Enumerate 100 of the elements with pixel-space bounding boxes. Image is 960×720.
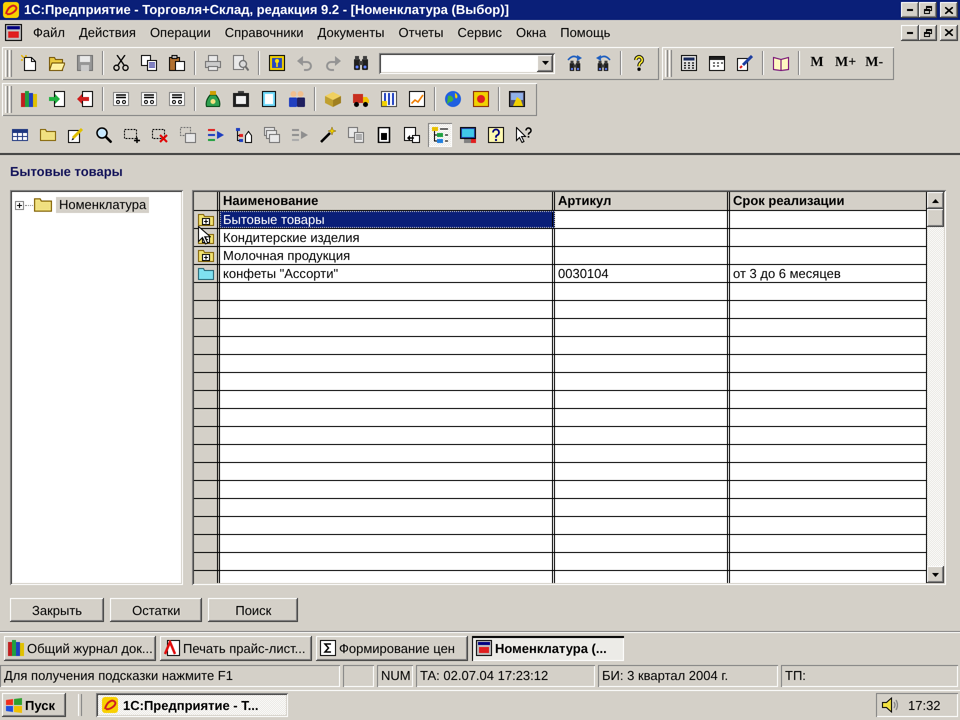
pen-note-icon — [737, 55, 753, 71]
window-tab[interactable]: Формирование цен — [316, 636, 468, 660]
restore-button[interactable] — [919, 24, 937, 40]
tree-item[interactable]: Номенклатура — [56, 197, 150, 213]
delete-row-icon — [152, 127, 168, 143]
speaker-icon[interactable] — [882, 697, 898, 713]
menu-item[interactable]: Окна — [509, 22, 554, 43]
restore-button[interactable] — [919, 2, 937, 18]
marked-page-icon — [164, 640, 180, 656]
restore-icon — [924, 28, 932, 36]
form-card-icon — [113, 91, 129, 107]
package-icon — [325, 91, 341, 107]
expand-icon[interactable] — [15, 200, 24, 210]
books-icon — [21, 91, 37, 107]
minimize-button[interactable] — [901, 24, 919, 40]
taskbar-button[interactable]: 1С:Предприятие - Т... — [96, 693, 288, 717]
minimize-button[interactable] — [901, 2, 919, 18]
money-bag-icon — [205, 91, 221, 107]
form-card-icon — [169, 91, 185, 107]
close-button[interactable] — [940, 24, 958, 40]
toolbar-grip[interactable] — [5, 86, 12, 112]
group-folder-icon — [198, 214, 214, 226]
toolbar-button[interactable]: M- — [860, 51, 888, 75]
window-tab[interactable]: Номенклатура (... — [472, 636, 624, 660]
toolbar-grip[interactable] — [665, 50, 672, 76]
window-title: 1С:Предприятие - Торговля+Склад, редакция 9.2 - [Номенклатура (Выбор)] — [24, 1, 510, 19]
globe-icon — [445, 91, 461, 107]
document-window-icon — [476, 640, 492, 656]
app-logo-icon — [102, 697, 118, 713]
form-button[interactable]: Закрыть — [10, 598, 104, 622]
toolbar-button[interactable] — [428, 123, 452, 147]
binoculars-icon — [353, 55, 369, 71]
status-panel: ТА: 02.07.04 17:23:12 — [416, 665, 595, 687]
save-icon — [77, 55, 93, 71]
menu-item[interactable]: Сервис — [450, 22, 509, 43]
arrow-bars-icon — [292, 127, 308, 143]
formula-page-icon — [320, 640, 336, 656]
menu-item[interactable]: Справочники — [218, 22, 311, 43]
dropdown-button[interactable] — [537, 54, 553, 72]
status-panel: ТП: — [781, 665, 958, 687]
table-cell: Бытовые товары — [220, 211, 555, 228]
line-chart-icon — [409, 91, 425, 107]
scroll-down-button[interactable] — [927, 566, 944, 583]
menu-item[interactable]: Действия — [72, 22, 143, 43]
page-icon — [261, 91, 277, 107]
form-button[interactable]: Остатки — [110, 598, 202, 622]
table-cell: Молочная продукция — [220, 247, 555, 264]
clipboard-icon — [169, 55, 185, 71]
minimize-icon — [907, 32, 913, 34]
seal-tile-icon — [473, 91, 489, 107]
menu-item[interactable]: Помощь — [553, 22, 618, 43]
caret-icon — [542, 61, 548, 65]
new-document-icon — [21, 55, 37, 71]
menu-item[interactable]: Документы — [310, 22, 392, 43]
window-tab[interactable]: Общий журнал док... — [4, 636, 156, 660]
undo-icon — [297, 55, 313, 71]
stacked-windows-icon — [264, 127, 280, 143]
scissors-icon — [113, 55, 129, 71]
form-button[interactable]: Поиск — [208, 598, 298, 622]
binoculars-arrow-icon — [567, 55, 583, 71]
document-window-icon[interactable] — [5, 24, 22, 41]
arrow-into-page-icon — [49, 91, 65, 107]
cabinet-icon — [233, 91, 249, 107]
status-panel: БИ: 3 квартал 2004 г. — [598, 665, 778, 687]
status-panel: NUM — [377, 665, 413, 687]
key-card-icon — [269, 55, 285, 71]
scrollbar[interactable] — [927, 192, 944, 583]
toolbar-grip[interactable] — [5, 50, 12, 76]
up-arrow-icon — [932, 198, 939, 202]
help-icon — [631, 55, 647, 71]
scroll-up-button[interactable] — [927, 192, 944, 209]
close-button[interactable] — [940, 2, 958, 18]
minimize-icon — [907, 9, 913, 11]
scrollbar-thumb[interactable] — [927, 209, 944, 227]
tree-view-icon — [432, 127, 448, 143]
magic-wand-icon — [320, 127, 336, 143]
toolbar-button[interactable]: M — [803, 51, 831, 75]
group-folder-icon — [198, 250, 214, 262]
new-row-icon — [124, 127, 140, 143]
start-button[interactable]: Пуск — [2, 693, 66, 717]
truck-icon — [353, 91, 369, 107]
arrow-bars-icon — [208, 127, 224, 143]
document-icon — [376, 127, 392, 143]
search-combo[interactable] — [379, 52, 555, 74]
redo-icon — [325, 55, 341, 71]
close-icon — [945, 6, 953, 14]
monitor-icon — [460, 127, 476, 143]
hierarchy-icon — [236, 127, 252, 143]
menu-item[interactable]: Отчеты — [392, 22, 450, 43]
books-icon — [8, 640, 24, 656]
menu-item[interactable]: Файл — [26, 22, 72, 43]
table-cell: 0030104 — [555, 265, 730, 282]
calculator-icon — [681, 55, 697, 71]
page-magnifier-icon — [233, 55, 249, 71]
people-icon — [289, 91, 305, 107]
table-cell: Кондитерские изделия — [220, 229, 555, 246]
menu-item[interactable]: Операции — [142, 22, 218, 43]
app-logo-icon[interactable] — [3, 2, 19, 18]
window-tab[interactable]: Печать прайс-лист... — [160, 636, 312, 660]
toolbar-button[interactable]: M+ — [831, 51, 860, 75]
